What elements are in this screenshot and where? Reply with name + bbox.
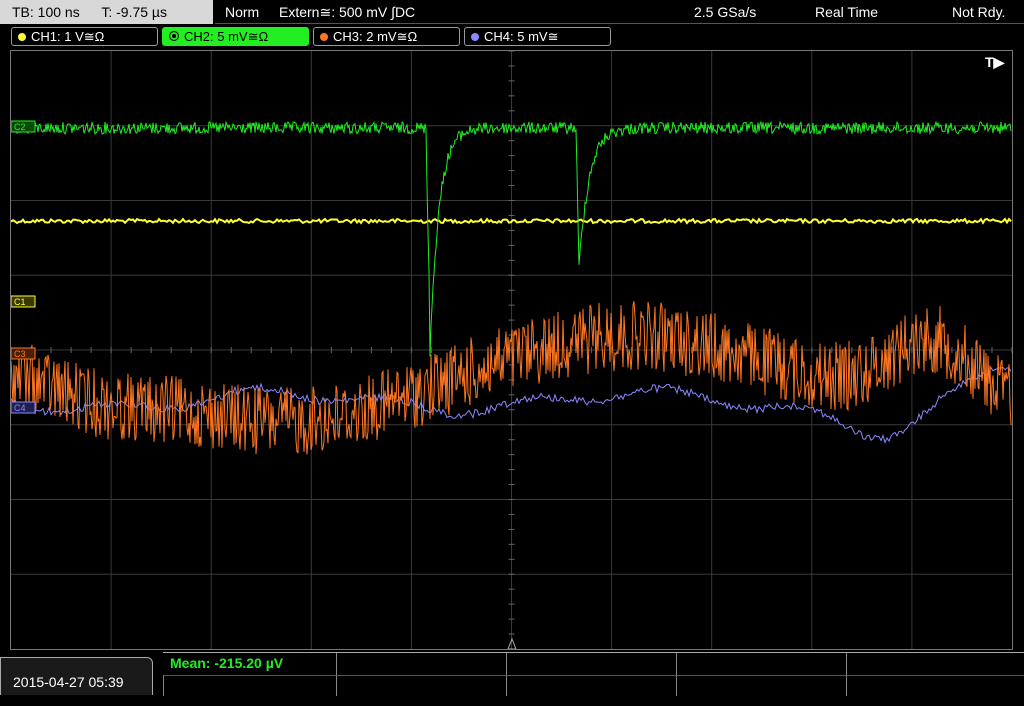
channel-1-label: CH1: 1 V≅Ω [31, 29, 105, 44]
channel-2-dot-icon [169, 31, 179, 41]
trigger-mode[interactable]: Norm [225, 0, 259, 24]
sample-rate: 2.5 GSa/s [694, 4, 757, 20]
channel-selector: CH1: 1 V≅Ω CH2: 5 mV≅Ω CH3: 2 mV≅Ω CH4: … [0, 26, 1024, 48]
channel-2-button[interactable]: CH2: 5 mV≅Ω [162, 27, 309, 46]
channel-4-marker[interactable]: C4 [10, 401, 36, 414]
channel-4-label: CH4: 5 mV≅ [484, 29, 559, 44]
trigger-time-readout: T: -9.75 µs [101, 4, 167, 20]
acquisition-mode: Real Time [815, 4, 879, 20]
datetime-display: 2015-04-27 05:39 [0, 657, 153, 695]
channel-1-dot-icon [18, 33, 26, 41]
channel-1-marker-label: C1 [14, 297, 26, 307]
channel-2-marker-label: C2 [14, 122, 26, 132]
measurement-slot [676, 675, 846, 696]
waveform-display[interactable]: C2 C1 C3 C4 T▶ [10, 50, 1013, 650]
trigger-position-marker[interactable]: T▶ [985, 54, 1006, 70]
channel-4-marker-label: C4 [14, 403, 26, 413]
channel-3-label: CH3: 2 mV≅Ω [333, 29, 418, 44]
channel-2-label: CH2: 5 mV≅Ω [184, 29, 269, 44]
timebase-panel[interactable]: TB: 100 ns T: -9.75 µs [0, 0, 213, 24]
channel-4-button[interactable]: CH4: 5 mV≅ [464, 27, 611, 46]
measurement-slot [336, 675, 506, 696]
channel-3-button[interactable]: CH3: 2 mV≅Ω [313, 27, 460, 46]
run-status: Not Rdy. [952, 4, 1006, 20]
measurement-slot [506, 653, 676, 675]
measurement-panel[interactable]: Mean: -215.20 µV [163, 652, 1024, 696]
trigger-source[interactable]: Extern≅: 500 mV ∫DC [279, 0, 415, 24]
channel-3-dot-icon [320, 33, 328, 41]
measurement-slot [506, 675, 676, 696]
channel-1-marker[interactable]: C1 [10, 295, 36, 308]
graticule [10, 50, 1013, 649]
measurement-slot [336, 653, 506, 675]
channel-3-marker[interactable]: C3 [10, 347, 36, 360]
measurement-slot [846, 675, 1024, 696]
mean-measurement: Mean: -215.20 µV [170, 655, 284, 671]
channel-4-dot-icon [471, 33, 479, 41]
timebase-readout: TB: 100 ns [12, 4, 80, 20]
measurement-slot [846, 653, 1024, 675]
measurement-slot [676, 653, 846, 675]
status-bar: Norm Extern≅: 500 mV ∫DC 2.5 GSa/s Real … [215, 0, 1024, 24]
footer: 2015-04-27 05:39 Mean: -215.20 µV [0, 652, 1024, 696]
channel-2-marker[interactable]: C2 [10, 120, 36, 133]
waveform-canvas: C2 C1 C3 C4 T▶ [10, 50, 1013, 650]
measurement-slot [163, 675, 336, 696]
channel-3-marker-label: C3 [14, 349, 26, 359]
channel-1-button[interactable]: CH1: 1 V≅Ω [11, 27, 158, 46]
